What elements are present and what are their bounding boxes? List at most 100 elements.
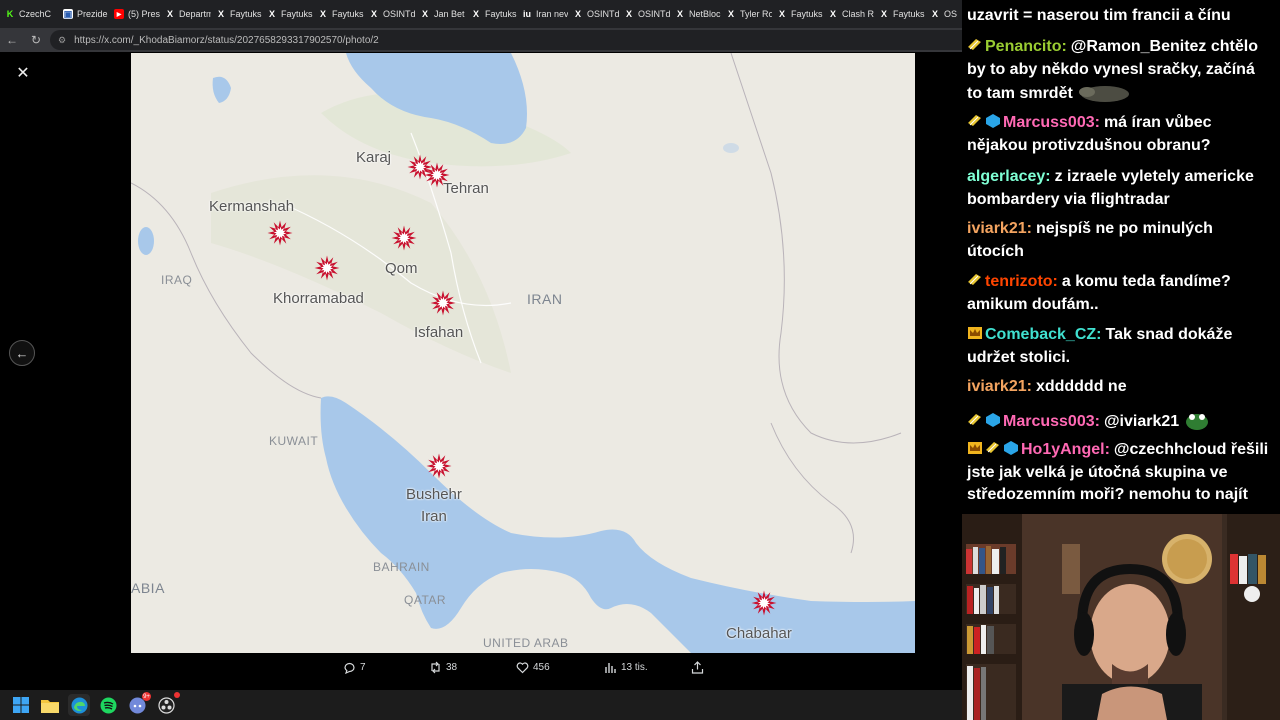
- share-icon: [691, 661, 704, 674]
- reload-icon[interactable]: ↻: [24, 28, 48, 52]
- like-button[interactable]: 456: [516, 661, 550, 674]
- tab-title: (5) Pres: [128, 9, 160, 19]
- browser-tab[interactable]: X OSINTd: [364, 0, 415, 28]
- share-button[interactable]: [691, 661, 708, 674]
- city-label: Qom: [385, 260, 418, 277]
- chat-username[interactable]: Marcuss003:: [1003, 413, 1100, 430]
- tab-title: Faytuks: [281, 9, 313, 19]
- strike-marker-icon: [391, 225, 417, 251]
- browser-tab[interactable]: X Faytuks: [772, 0, 823, 28]
- reply-button[interactable]: 7: [343, 661, 366, 674]
- subscriber-badge-icon: [968, 39, 981, 50]
- chat-username[interactable]: algerlacey:: [967, 168, 1051, 185]
- chat-message: Marcuss003: má íran vůbec nějakou protivz…: [967, 112, 1273, 157]
- city-label: Karaj: [356, 149, 392, 166]
- bar-chart-icon: [605, 663, 616, 673]
- prime-badge-icon: [986, 114, 1000, 128]
- chat-message: iviark21: xdddddd ne: [967, 376, 1273, 399]
- browser-tab[interactable]: X Faytuks: [313, 0, 364, 28]
- chat-text: xdddddd ne: [1035, 378, 1127, 395]
- repost-button[interactable]: 38: [429, 661, 457, 674]
- x-icon: X: [829, 9, 836, 19]
- city-label: Bushehr Iran: [406, 486, 462, 525]
- back-arrow-icon[interactable]: ←: [0, 28, 24, 52]
- chat-username[interactable]: Penancito:: [985, 38, 1067, 55]
- tab-title: Departm: [179, 9, 211, 19]
- chat-username[interactable]: iviark21:: [967, 378, 1032, 395]
- tab-title: OS: [944, 9, 958, 19]
- browser-tab[interactable]: X Faytuks: [466, 0, 517, 28]
- browser-tab[interactable]: X Departm: [160, 0, 211, 28]
- browser-tab[interactable]: X Faytuks: [211, 0, 262, 28]
- country-label: ABIA: [131, 580, 165, 596]
- tab-title: CzechC: [19, 9, 52, 19]
- browser-tab[interactable]: X Tyler Ro: [721, 0, 772, 28]
- chat-username[interactable]: iviark21:: [967, 220, 1032, 237]
- browser-tab[interactable]: ▶ (5) Pres: [109, 0, 160, 28]
- x-icon: X: [472, 9, 479, 19]
- tab-title: Faytuks: [230, 9, 262, 19]
- repost-count: 38: [446, 662, 458, 673]
- close-icon[interactable]: ✕: [12, 62, 34, 84]
- browser-tab[interactable]: X OSINTd: [568, 0, 619, 28]
- url-text: https://x.com/_KhodaBiamorz/status/20276…: [74, 34, 379, 46]
- reply-count: 7: [360, 662, 366, 673]
- address-bar[interactable]: ⚙ https://x.com/_KhodaBiamorz/status/202…: [50, 30, 962, 50]
- tab-title: Faytuks: [893, 9, 925, 19]
- discord-icon[interactable]: 9+: [126, 692, 151, 716]
- chat-username[interactable]: Comeback_CZ:: [985, 326, 1101, 343]
- reply-icon: [344, 662, 355, 674]
- edge-icon[interactable]: [68, 694, 90, 716]
- browser-tab[interactable]: ▣ Prezide: [58, 0, 109, 28]
- chat-username[interactable]: Marcuss003:: [1003, 114, 1100, 131]
- photo-viewer: ✕ ← Karaj Tehran Kermanshah Qom Khorrama…: [0, 52, 962, 690]
- tab-bar: K CzechC ▣ Prezide ▶ (5) Pres X Departm X Faytuks…: [0, 0, 962, 28]
- browser-tab[interactable]: X Clash Re: [823, 0, 874, 28]
- previous-photo-button[interactable]: ←: [9, 340, 35, 366]
- tab-title: Iran nev: [536, 9, 568, 19]
- tab-title: OSINTd: [587, 9, 619, 19]
- like-count: 456: [533, 662, 550, 673]
- turtle-emote-icon: [1079, 86, 1130, 102]
- x-icon: X: [268, 9, 275, 19]
- strike-marker-icon: [314, 255, 340, 281]
- views-button[interactable]: 13 tis.: [604, 661, 648, 674]
- chat-message: Penancito: @Ramon_Benitez chtělo by to ab…: [967, 36, 1273, 106]
- strike-marker-icon: [267, 220, 293, 246]
- x-icon: X: [166, 9, 173, 19]
- country-label: BAHRAIN: [373, 560, 430, 574]
- x-icon: X: [880, 9, 887, 19]
- k-icon: K: [6, 9, 14, 19]
- iu-icon: iu: [523, 9, 531, 19]
- browser-tab[interactable]: X OS: [925, 0, 962, 28]
- youtube-icon: ▶: [114, 9, 124, 19]
- browser-tab[interactable]: X Faytuks: [262, 0, 313, 28]
- strike-marker-icon: [426, 453, 452, 479]
- strike-marker-icon: [751, 590, 777, 616]
- country-label: IRAN: [527, 291, 563, 307]
- repost-icon: [431, 661, 440, 674]
- browser-tab[interactable]: iu Iran nev: [517, 0, 568, 28]
- browser-tab[interactable]: X Jan Bet: [415, 0, 466, 28]
- webcam-video: [962, 514, 1280, 720]
- spotify-icon[interactable]: [97, 694, 119, 716]
- strike-marker-icon: [430, 290, 456, 316]
- site-info-icon[interactable]: ⚙: [58, 35, 66, 46]
- x-icon: X: [625, 9, 632, 19]
- file-explorer-icon[interactable]: [39, 694, 61, 716]
- browser-tab[interactable]: X Faytuks: [874, 0, 925, 28]
- city-label: Chabahar: [726, 625, 792, 642]
- obs-icon[interactable]: [155, 692, 180, 716]
- subscriber-badge-icon: [986, 442, 999, 453]
- chat-username[interactable]: tenrizoto:: [985, 273, 1058, 290]
- city-label: Isfahan: [414, 324, 464, 341]
- browser-tab[interactable]: X NetBloc: [670, 0, 721, 28]
- chat-username[interactable]: Ho1yAngel:: [1021, 441, 1110, 458]
- windows-start-icon[interactable]: [10, 694, 32, 716]
- browser-tab[interactable]: K CzechC: [0, 0, 58, 28]
- stream-chat: uzavrit = naserou tim francii a čínu Pena…: [962, 0, 1280, 514]
- discord-notification-badge: 9+: [142, 692, 151, 701]
- x-icon: X: [370, 9, 377, 19]
- browser-tab[interactable]: X OSINTd: [619, 0, 670, 28]
- tab-title: OSINTd: [638, 9, 670, 19]
